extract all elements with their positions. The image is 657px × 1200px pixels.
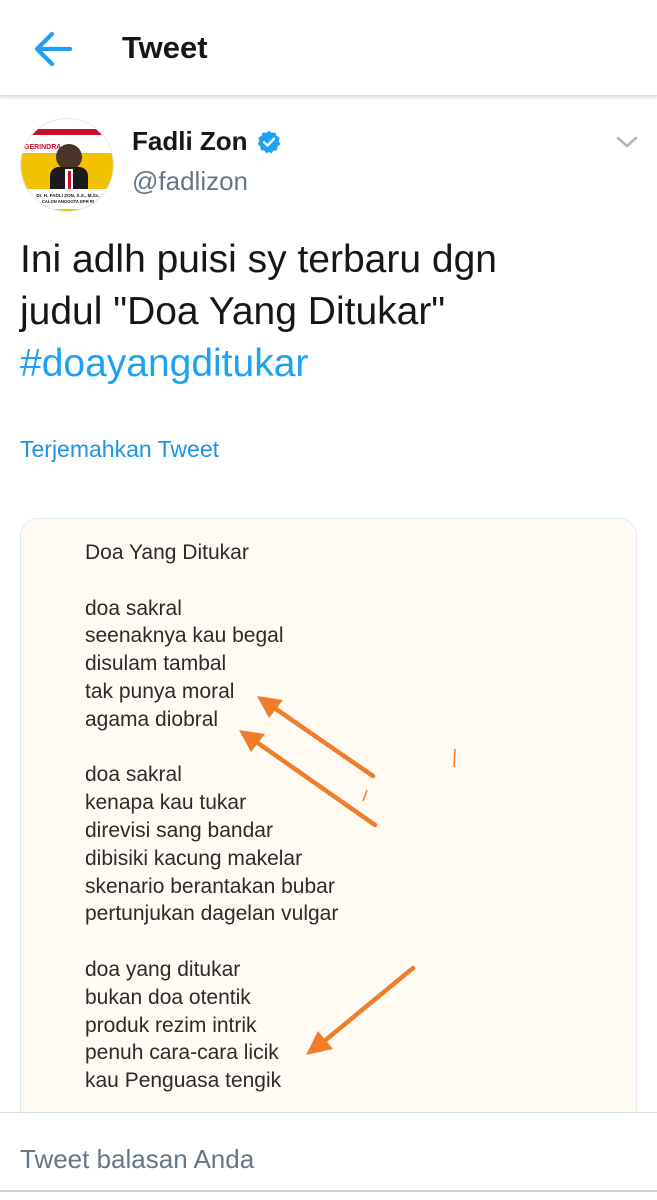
author-name[interactable]: Fadli Zon	[132, 126, 248, 157]
avatar-banner-text: GERINDRA	[24, 144, 61, 151]
author-name-row: Fadli Zon	[132, 126, 282, 157]
hashtag-link[interactable]: #doayangditukar	[20, 338, 640, 390]
reply-bar	[0, 1112, 657, 1200]
page-title: Tweet	[122, 30, 208, 65]
back-arrow-icon[interactable]	[30, 26, 76, 72]
annotation-arrows	[239, 696, 456, 1055]
verified-badge-icon	[257, 130, 280, 153]
avatar[interactable]: GERINDRA Dr. H. FADLI ZON, S.S., M.Sc. C…	[20, 118, 114, 212]
translate-tweet-link[interactable]: Terjemahkan Tweet	[20, 436, 219, 463]
divider	[0, 1190, 657, 1192]
arrow-annotation	[257, 696, 376, 779]
avatar-caption-line1: Dr. H. FADLI ZON, S.S., M.Sc.	[36, 193, 99, 198]
avatar-image: GERINDRA Dr. H. FADLI ZON, S.S., M.Sc. C…	[21, 119, 113, 211]
tweet-media-image[interactable]: Doa Yang Ditukar doa sakral seenaknya ka…	[20, 518, 637, 1158]
avatar-caption-line2: CALON ANGGOTA DPR RI	[42, 199, 94, 204]
chevron-down-icon[interactable]	[612, 130, 642, 154]
author-handle[interactable]: @fadlizon	[132, 166, 248, 197]
pen-mark	[362, 789, 368, 802]
tweet-text-line: judul "Doa Yang Ditukar"	[20, 290, 446, 333]
arrow-annotation	[306, 965, 416, 1055]
arrow-annotation	[239, 730, 378, 828]
tweet-text: Ini adlh puisi sy terbaru dgn judul "Doa…	[20, 234, 640, 390]
pen-mark	[453, 748, 456, 768]
tweet-text-line: Ini adlh puisi sy terbaru dgn	[20, 238, 497, 281]
reply-input[interactable]	[20, 1139, 640, 1179]
app-header: Tweet	[0, 0, 657, 96]
